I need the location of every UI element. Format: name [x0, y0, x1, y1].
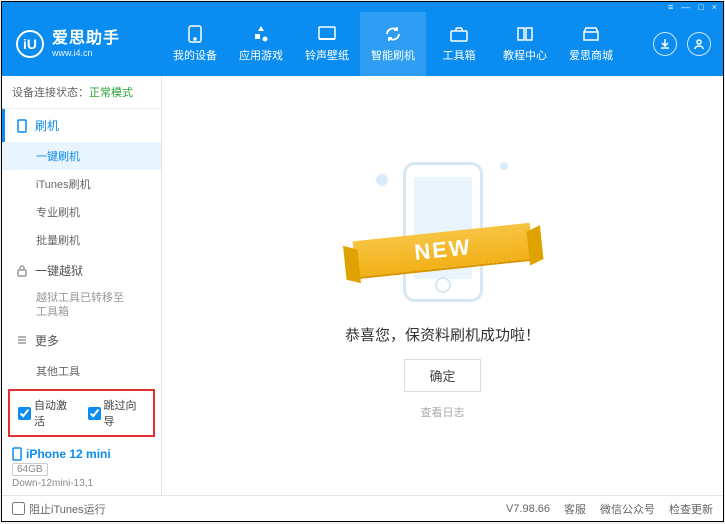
nav-label: 爱思商城 — [569, 47, 613, 63]
nav-label: 工具箱 — [443, 47, 476, 63]
apps-icon — [251, 25, 271, 43]
support-link[interactable]: 客服 — [564, 501, 586, 517]
device-status: 设备连接状态：正常模式 — [2, 76, 161, 109]
nav-apps-games[interactable]: 应用游戏 — [228, 12, 294, 76]
body: 设备连接状态：正常模式 刷机 一键刷机 iTunes刷机 专业刷机 批量刷机 一… — [2, 76, 723, 495]
app-name: 爱思助手 — [52, 31, 120, 47]
options-box: 自动激活 跳过向导 — [8, 389, 155, 437]
wechat-link[interactable]: 微信公众号 — [600, 501, 655, 517]
section-jailbreak[interactable]: 一键越狱 — [2, 254, 161, 287]
menu-icon[interactable]: ≡ — [668, 2, 673, 12]
header: iU 爱思助手 www.i4.cn 我的设备 应用游戏 铃声壁纸 智能刷机 工具… — [2, 12, 723, 76]
app-window: ≡ — □ × iU 爱思助手 www.i4.cn 我的设备 应用游戏 铃声壁纸… — [1, 1, 724, 522]
nav-store[interactable]: 爱思商城 — [558, 12, 624, 76]
lock-icon — [15, 264, 29, 278]
device-name: iPhone 12 mini — [26, 447, 111, 461]
user-button[interactable] — [687, 32, 711, 56]
sidebar: 设备连接状态：正常模式 刷机 一键刷机 iTunes刷机 专业刷机 批量刷机 一… — [2, 76, 162, 495]
download-button[interactable] — [653, 32, 677, 56]
close-button[interactable]: × — [712, 2, 717, 12]
nav-label: 应用游戏 — [239, 47, 283, 63]
device-info[interactable]: iPhone 12 mini 64GB Down-12mini-13,1 — [2, 441, 161, 495]
maximize-button[interactable]: □ — [698, 2, 703, 12]
top-nav: 我的设备 应用游戏 铃声壁纸 智能刷机 工具箱 教程中心 爱思商城 — [162, 12, 653, 76]
sidebar-item-batch[interactable]: 批量刷机 — [2, 226, 161, 254]
header-right — [653, 32, 723, 56]
nav-ringtones[interactable]: 铃声壁纸 — [294, 12, 360, 76]
section-title: 一键越狱 — [35, 262, 83, 279]
nav-label: 智能刷机 — [371, 47, 415, 63]
nav-label: 铃声壁纸 — [305, 47, 349, 63]
footer: 阻止iTunes运行 V7.98.66 客服 微信公众号 检查更新 — [2, 495, 723, 521]
block-itunes-checkbox[interactable]: 阻止iTunes运行 — [12, 501, 106, 517]
device-capacity: 64GB — [12, 463, 48, 476]
nav-label: 我的设备 — [173, 47, 217, 63]
auto-activate-checkbox[interactable]: 自动激活 — [18, 397, 76, 429]
section-more[interactable]: 更多 — [2, 324, 161, 357]
skip-guide-checkbox[interactable]: 跳过向导 — [88, 397, 146, 429]
logo[interactable]: iU 爱思助手 www.i4.cn — [2, 30, 162, 58]
jailbreak-note: 越狱工具已转移至工具箱 — [2, 287, 161, 324]
logo-icon: iU — [16, 30, 44, 58]
status-label: 设备连接状态： — [12, 87, 89, 99]
view-log-link[interactable]: 查看日志 — [421, 404, 465, 420]
status-value: 正常模式 — [89, 87, 133, 99]
success-illustration: NEW — [358, 152, 528, 312]
version-label: V7.98.66 — [506, 503, 550, 515]
refresh-icon — [383, 25, 403, 43]
nav-my-device[interactable]: 我的设备 — [162, 12, 228, 76]
sidebar-item-itunes[interactable]: iTunes刷机 — [2, 170, 161, 198]
device-detail: Down-12mini-13,1 — [12, 478, 151, 489]
section-title: 刷机 — [35, 117, 59, 134]
more-icon — [15, 333, 29, 347]
main-panel: NEW 恭喜您，保资料刷机成功啦！ 确定 查看日志 — [162, 76, 723, 495]
nav-label: 教程中心 — [503, 47, 547, 63]
nav-toolbox[interactable]: 工具箱 — [426, 12, 492, 76]
check-update-link[interactable]: 检查更新 — [669, 501, 713, 517]
store-icon — [581, 25, 601, 43]
ok-button[interactable]: 确定 — [404, 359, 480, 392]
sidebar-item-other[interactable]: 其他工具 — [2, 357, 161, 385]
titlebar: ≡ — □ × — [2, 2, 723, 12]
section-title: 更多 — [35, 332, 59, 349]
section-flash[interactable]: 刷机 — [2, 109, 161, 142]
nav-tutorials[interactable]: 教程中心 — [492, 12, 558, 76]
sidebar-item-pro[interactable]: 专业刷机 — [2, 198, 161, 226]
phone-icon — [15, 119, 29, 133]
nav-smart-flash[interactable]: 智能刷机 — [360, 12, 426, 76]
app-url: www.i4.cn — [52, 49, 120, 58]
toolbox-icon — [449, 25, 469, 43]
minimize-button[interactable]: — — [681, 2, 690, 12]
wallpaper-icon — [317, 25, 337, 43]
success-message: 恭喜您，保资料刷机成功啦！ — [345, 324, 540, 345]
book-icon — [515, 25, 535, 43]
sidebar-item-oneclick[interactable]: 一键刷机 — [2, 142, 161, 170]
phone-icon — [185, 25, 205, 43]
phone-icon — [12, 447, 22, 461]
